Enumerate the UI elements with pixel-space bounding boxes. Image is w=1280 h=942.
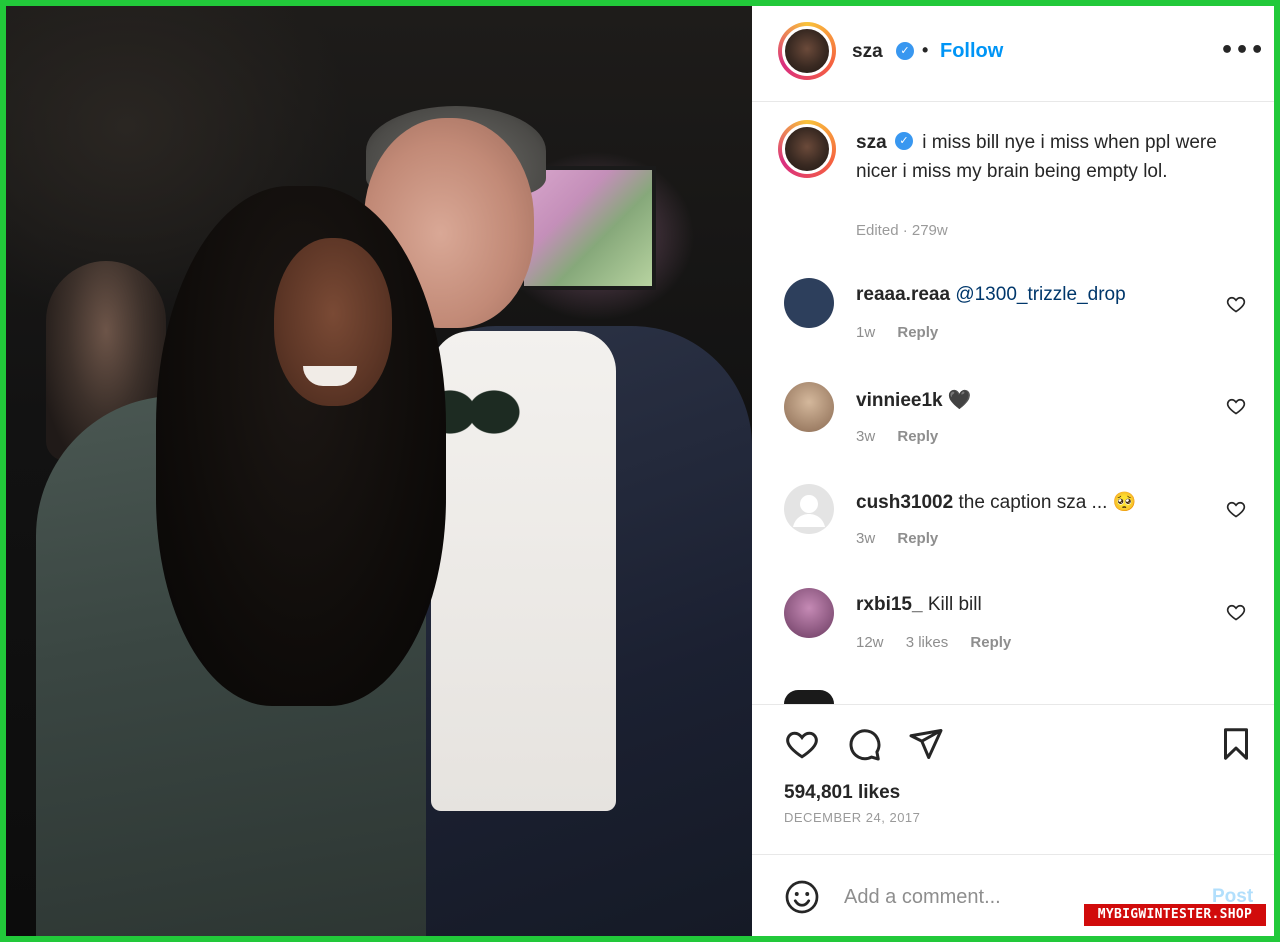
header-separator: •	[922, 40, 929, 60]
verified-badge-icon: ✓	[896, 42, 914, 60]
author-avatar[interactable]	[778, 22, 836, 80]
caption-meta: Edited · 279w	[856, 222, 948, 239]
comment-like-heart-icon[interactable]	[1226, 294, 1246, 314]
comment-likes[interactable]: 3 likes	[906, 634, 949, 651]
comment-bubble-icon[interactable]	[846, 726, 882, 762]
comment-body: 🖤	[947, 390, 972, 411]
comment-time: 3w	[856, 530, 876, 547]
likes-count[interactable]: 594,801 likes	[784, 782, 900, 804]
follow-button[interactable]: Follow	[940, 40, 1003, 63]
comment-time: 1w	[856, 324, 876, 341]
comment-avatar[interactable]	[784, 588, 834, 638]
comment-reply-button[interactable]: Reply	[897, 324, 938, 341]
caption-avatar[interactable]	[778, 120, 836, 178]
bookmark-icon[interactable]	[1218, 726, 1254, 762]
default-user-icon	[793, 495, 825, 527]
comment-like-heart-icon[interactable]	[1226, 499, 1246, 519]
comments-divider	[752, 704, 1274, 705]
comment-time: 12w	[856, 634, 884, 651]
comment-username[interactable]: rxbi15_	[856, 594, 923, 615]
comment-text: rxbi15_ Kill bill	[856, 594, 982, 616]
comment-reply-button[interactable]: Reply	[970, 634, 1011, 651]
comment-text: vinniee1k 🖤	[856, 388, 972, 412]
comment-meta: 1w Reply	[856, 324, 956, 341]
caption-verified-badge-icon: ✓	[894, 132, 913, 151]
comment-text: cush31002 the caption sza ... 🥺	[856, 490, 1136, 514]
comment-body: the caption sza ... 🥺	[958, 492, 1137, 513]
comment-meta: 12w 3 likes Reply	[856, 634, 1029, 651]
author-username[interactable]: sza	[852, 41, 883, 63]
heart-icon[interactable]	[784, 726, 820, 762]
comment-like-heart-icon[interactable]	[1226, 396, 1246, 416]
comment-mention[interactable]: @1300_trizzle_drop	[955, 284, 1125, 305]
more-options-icon[interactable]: •••	[1220, 38, 1265, 63]
comment-username[interactable]: reaaa.reaa	[856, 284, 950, 305]
comment-text: reaaa.reaa @1300_trizzle_drop	[856, 284, 1126, 306]
caption-username[interactable]: sza	[856, 132, 887, 153]
footer-divider	[752, 854, 1274, 855]
comment-avatar-partial[interactable]	[784, 690, 834, 704]
comment-avatar[interactable]	[784, 278, 834, 328]
paper-plane-icon[interactable]	[908, 726, 944, 762]
comment-meta: 3w Reply	[856, 530, 956, 547]
comment-username[interactable]: vinniee1k	[856, 390, 943, 411]
smiley-icon[interactable]	[784, 879, 820, 915]
post-date: DECEMBER 24, 2017	[784, 810, 921, 825]
caption: sza ✓ i miss bill nye i miss when ppl we…	[856, 128, 1236, 186]
comment-time: 3w	[856, 428, 876, 445]
header-divider	[752, 101, 1274, 102]
comment-like-heart-icon[interactable]	[1226, 602, 1246, 622]
comment-meta: 3w Reply	[856, 428, 956, 445]
watermark-label: MYBIGWINTESTER.SHOP	[1084, 904, 1266, 926]
post-frame: NEW sza ✓ • Follow ••• sza ✓ i miss bill…	[6, 6, 1274, 936]
comment-reply-button[interactable]: Reply	[897, 530, 938, 547]
comment-avatar-default[interactable]	[784, 484, 834, 534]
comment-avatar[interactable]	[784, 382, 834, 432]
comment-body: Kill bill	[927, 594, 982, 615]
comment-reply-button[interactable]: Reply	[897, 428, 938, 445]
comment-username[interactable]: cush31002	[856, 492, 953, 513]
post-side-panel: sza ✓ • Follow ••• sza ✓ i miss bill nye…	[752, 6, 1274, 936]
post-photo[interactable]: NEW	[6, 6, 752, 936]
